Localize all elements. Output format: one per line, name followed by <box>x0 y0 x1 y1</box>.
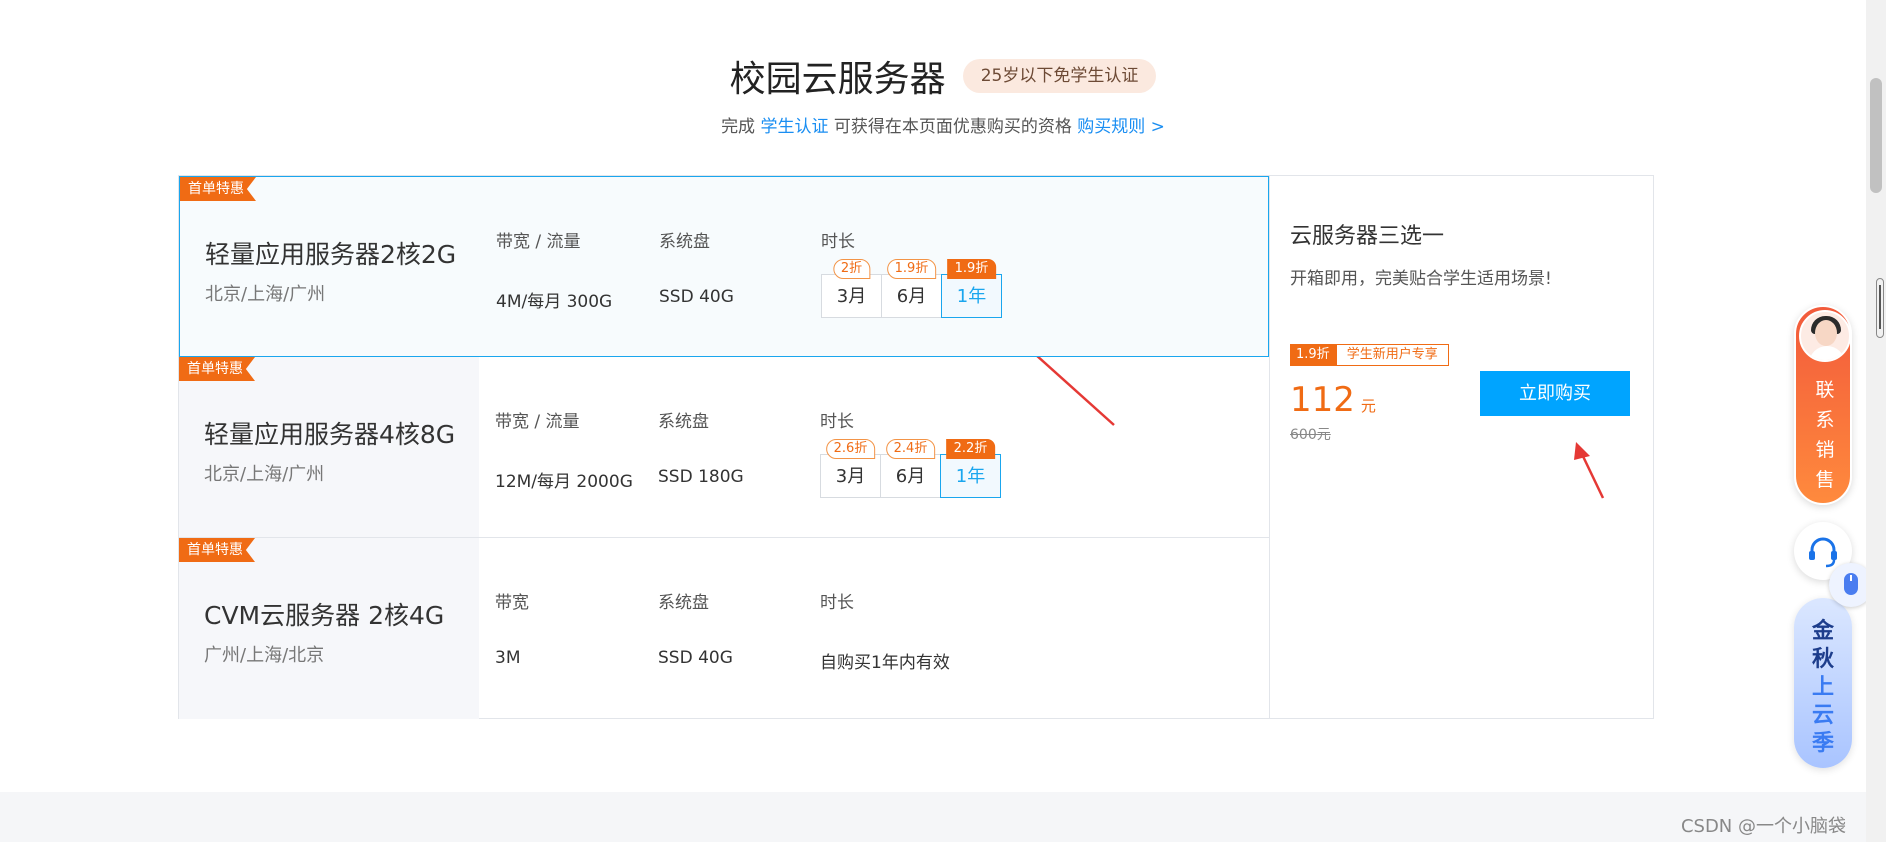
original-price: 600元 <box>1290 427 1331 443</box>
product-list: 首单特惠 轻量应用服务器2核2G 北京/上海/广州 带宽 / 流量 4M/每月 … <box>179 176 1269 719</box>
scroll-thumb[interactable] <box>1870 78 1882 193</box>
summary-title: 云服务器三选一 <box>1290 224 1445 249</box>
footer-band <box>0 792 1886 842</box>
duration-option-1y[interactable]: 2.2折 1年 <box>940 439 1001 498</box>
duration-header: 时长 <box>820 412 854 432</box>
discount-tag: 1.9折 <box>1290 344 1336 366</box>
discount-badge: 2折 <box>832 259 871 279</box>
duration-value: 自购买1年内有效 <box>820 653 950 673</box>
first-order-ribbon: 首单特惠 <box>179 538 255 562</box>
page-scrollbar[interactable] <box>1866 0 1886 842</box>
page-header: 校园云服务器 25岁以下免学生认证 <box>0 50 1886 102</box>
disk-value: SSD 180G <box>658 467 744 487</box>
discount-badge: 1.9折 <box>946 259 997 279</box>
product-region: 北京/上海/广州 <box>204 464 325 485</box>
product-row-lighthouse-2c2g[interactable]: 首单特惠 轻量应用服务器2核2G 北京/上海/广州 带宽 / 流量 4M/每月 … <box>179 176 1269 357</box>
promo-text: 金秋 上云季 <box>1811 619 1834 756</box>
product-name: 轻量应用服务器2核2G <box>205 240 457 269</box>
product-region: 北京/上海/广州 <box>205 284 326 305</box>
bandwidth-header: 带宽 / 流量 <box>495 412 580 432</box>
page-title: 校园云服务器 <box>729 59 946 100</box>
buy-now-button[interactable]: 立即购买 <box>1480 371 1630 416</box>
duration-selector: 2折 3月 1.9折 6月 1.9折 1年 <box>821 259 1003 318</box>
duration-option-1y[interactable]: 1.9折 1年 <box>941 259 1002 318</box>
product-row-lighthouse-4c8g[interactable]: 首单特惠 轻量应用服务器4核8G 北京/上海/广州 带宽 / 流量 12M/每月… <box>179 357 1269 538</box>
page-subtitle: 完成 学生认证 可获得在本页面优惠购买的资格 购买规则 > <box>0 112 1886 137</box>
duration-selector: 2.6折 3月 2.4折 6月 2.2折 1年 <box>820 439 1002 498</box>
disk-value: SSD 40G <box>659 287 734 307</box>
new-user-tag: 学生新用户专享 <box>1335 344 1449 366</box>
agent-avatar <box>1799 310 1851 362</box>
bandwidth-value: 3M <box>495 648 521 668</box>
contact-sales-widget[interactable]: 联系销售 <box>1794 305 1852 505</box>
discount-badge: 2.4折 <box>885 439 936 459</box>
current-price: 112 元 <box>1290 380 1376 420</box>
discount-badge: 2.6折 <box>825 439 876 459</box>
student-auth-link[interactable]: 学生认证 <box>760 117 828 137</box>
first-order-ribbon: 首单特惠 <box>180 177 256 201</box>
age-badge: 25岁以下免学生认证 <box>962 59 1157 93</box>
bandwidth-value: 12M/每月 2000G <box>495 472 633 492</box>
product-panel: 首单特惠 轻量应用服务器2核2G 北京/上海/广州 带宽 / 流量 4M/每月 … <box>178 175 1654 719</box>
disk-header: 系统盘 <box>658 593 709 613</box>
product-name: CVM云服务器 2核4G <box>204 601 445 630</box>
disk-value: SSD 40G <box>658 648 733 668</box>
contact-sales-label: 联系销售 <box>1815 379 1835 491</box>
product-region: 广州/上海/北京 <box>204 645 325 666</box>
summary-desc: 开箱即用，完美贴合学生适用场景! <box>1290 269 1552 289</box>
subtitle-middle: 可获得在本页面优惠购买的资格 <box>833 117 1072 137</box>
duration-header: 时长 <box>820 593 854 613</box>
bandwidth-header: 带宽 / 流量 <box>496 232 581 252</box>
autumn-promo-widget[interactable]: 金秋 上云季 <box>1794 598 1852 768</box>
bandwidth-value: 4M/每月 300G <box>496 292 613 312</box>
promo-tags: 1.9折 学生新用户专享 <box>1290 344 1449 366</box>
bandwidth-header: 带宽 <box>495 593 529 613</box>
product-row-cvm-2c4g[interactable]: 首单特惠 CVM云服务器 2核4G 广州/上海/北京 带宽 3M 系统盘 SSD… <box>179 538 1269 719</box>
duration-option-6m[interactable]: 1.9折 6月 <box>881 259 942 318</box>
discount-badge: 2.2折 <box>945 439 996 459</box>
mini-scroll-indicator <box>1876 278 1884 338</box>
product-name: 轻量应用服务器4核8G <box>204 420 456 449</box>
disk-header: 系统盘 <box>659 232 710 252</box>
purchase-summary: 云服务器三选一 开箱即用，完美贴合学生适用场景! 1.9折 学生新用户专享 11… <box>1269 176 1654 719</box>
watermark: CSDN @一个小脑袋 <box>1680 816 1846 837</box>
subtitle-prefix: 完成 <box>721 117 756 137</box>
duration-header: 时长 <box>821 232 855 252</box>
purchase-rules-link[interactable]: 购买规则 > <box>1077 117 1165 137</box>
discount-badge: 1.9折 <box>886 259 937 279</box>
duration-option-3m[interactable]: 2折 3月 <box>821 259 882 318</box>
duration-option-6m[interactable]: 2.4折 6月 <box>880 439 941 498</box>
first-order-ribbon: 首单特惠 <box>179 357 255 381</box>
disk-header: 系统盘 <box>658 412 709 432</box>
duration-option-3m[interactable]: 2.6折 3月 <box>820 439 881 498</box>
